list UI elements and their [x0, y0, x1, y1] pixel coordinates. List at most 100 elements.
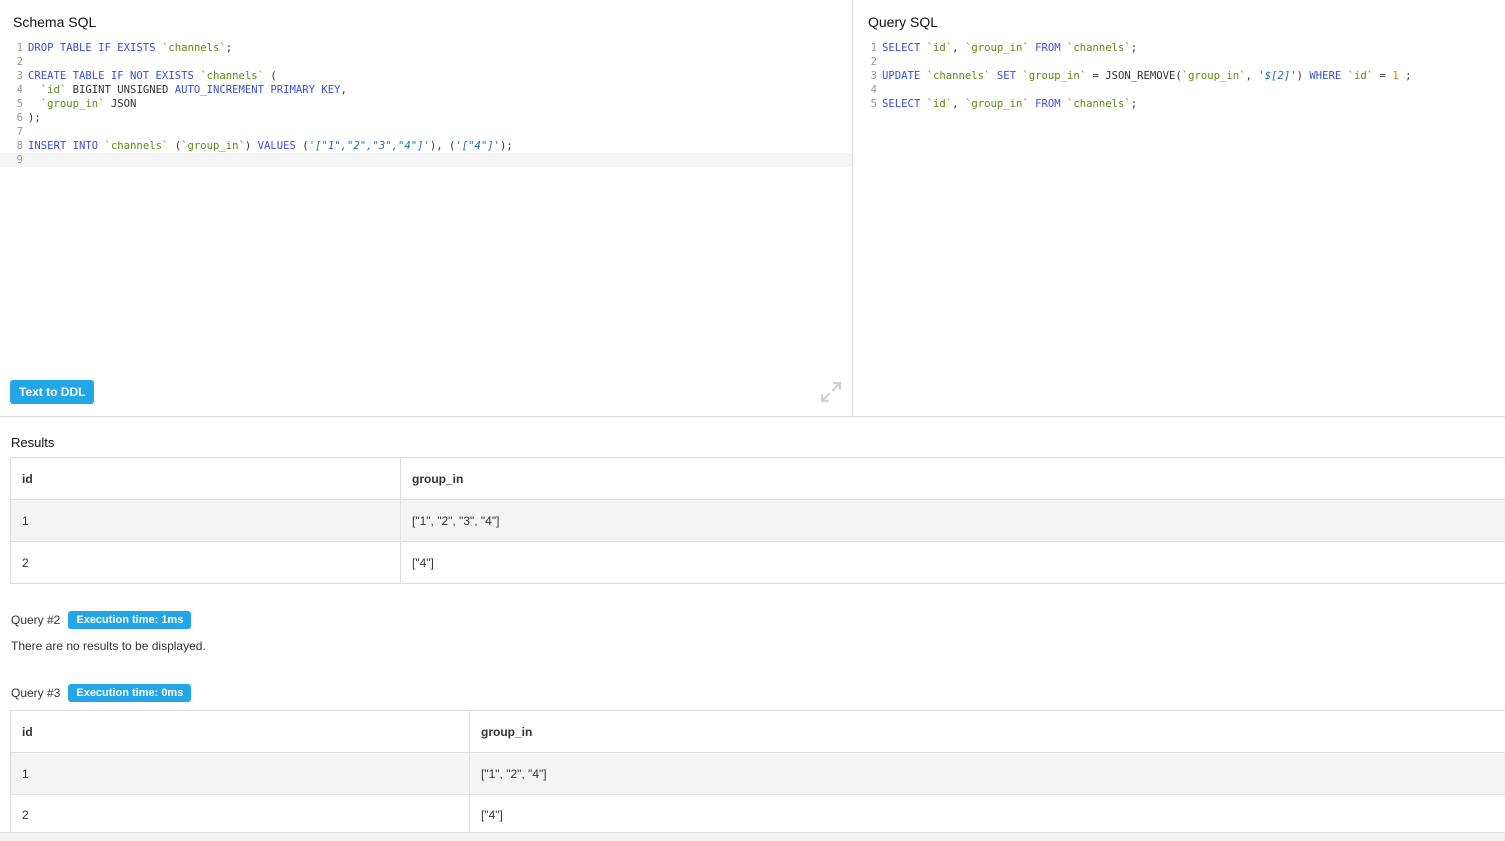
code-token: `id` — [40, 84, 67, 96]
cell-group-in: ["1", "2", "4"] — [469, 752, 1505, 795]
code-line[interactable]: 2 — [0, 55, 852, 69]
code-token: JSON — [104, 98, 137, 110]
code-token: SELECT — [882, 98, 927, 110]
code-token: , — [952, 98, 965, 110]
query-3-header: Query #3 Execution time: 0ms — [11, 684, 192, 702]
code-token: `id` — [926, 42, 953, 54]
code-token: `channels` — [1067, 98, 1131, 110]
schema-sql-pane: Schema SQL 1 DROP TABLE IF EXISTS `channe… — [0, 0, 853, 416]
code-token: `group_in` — [40, 98, 105, 110]
code-token: `channels` — [161, 42, 226, 54]
code-token: '["4"]' — [455, 140, 501, 152]
table-row: 2 ["4"] — [10, 541, 1505, 584]
query-code-editor[interactable]: 1 SELECT `id`, `group_in` FROM `channels`… — [854, 41, 1505, 111]
code-token: ( — [168, 140, 182, 152]
code-token: `group_in` — [181, 140, 245, 152]
code-line[interactable]: 7 — [0, 125, 852, 139]
cell-group-in: ["4"] — [469, 794, 1505, 835]
code-line[interactable]: 3 CREATE TABLE IF NOT EXISTS `channels` ( — [0, 69, 852, 83]
schema-sql-title: Schema SQL — [13, 14, 97, 30]
cell-id: 2 — [10, 794, 470, 835]
code-token: = — [1373, 70, 1393, 82]
query-2-label: Query #2 — [11, 613, 61, 627]
results-divider — [0, 416, 1505, 417]
results-table-query-3: id group_in 1 ["1", "2", "4"] 2 ["4"] — [10, 710, 1505, 835]
code-token: ( — [295, 140, 309, 152]
code-token: '$[2]' — [1258, 70, 1297, 82]
column-header-group-in: group_in — [400, 457, 1505, 500]
code-token: ), ( — [429, 140, 456, 152]
line-number: 1 — [870, 42, 877, 54]
code-token: ); — [28, 112, 41, 124]
code-line[interactable]: 3 UPDATE `channels` SET `group_in` = JSON… — [854, 69, 1505, 83]
table-row: 1 ["1", "2", "3", "4"] — [10, 499, 1505, 542]
column-header-id: id — [10, 457, 401, 500]
code-token: FROM — [1028, 98, 1067, 110]
code-token: ; — [1130, 42, 1138, 54]
cell-id: 1 — [10, 499, 401, 542]
line-number: 8 — [16, 140, 23, 152]
execution-time-badge: Execution time: 0ms — [68, 684, 192, 702]
table-row: 1 ["1", "2", "4"] — [10, 752, 1505, 795]
code-line[interactable]: 4 — [854, 83, 1505, 97]
line-number: 5 — [16, 98, 23, 110]
code-line[interactable]: 5 SELECT `id`, `group_in` FROM `channels`… — [854, 97, 1505, 111]
code-token: UPDATE — [882, 70, 927, 82]
code-token: , — [340, 84, 347, 96]
code-token: `channels` — [200, 70, 264, 82]
line-number: 3 — [16, 70, 23, 82]
code-line[interactable]: 1 DROP TABLE IF EXISTS `channels`; — [0, 41, 852, 55]
cell-group-in: ["4"] — [400, 541, 1505, 584]
column-header-group-in: group_in — [469, 710, 1505, 753]
code-token: `channels` — [104, 140, 169, 152]
line-number: 1 — [16, 42, 23, 54]
line-number: 9 — [16, 154, 23, 166]
code-line[interactable]: 4 `id` BIGINT UNSIGNED AUTO_INCREMENT PR… — [0, 83, 852, 97]
code-token: ; — [225, 42, 233, 54]
query-sql-title: Query SQL — [868, 14, 939, 30]
table-header-row: id group_in — [10, 710, 1505, 753]
code-token: , — [1245, 70, 1259, 82]
text-to-ddl-button[interactable]: Text to DDL — [10, 380, 95, 404]
code-token: `group_in` — [1022, 70, 1087, 82]
code-token: ; — [1130, 98, 1138, 110]
code-token: WHERE — [1309, 70, 1348, 82]
schema-code-editor[interactable]: 1 DROP TABLE IF EXISTS `channels`; 2 3 CREAT… — [0, 41, 852, 167]
code-token: INSERT INTO — [28, 140, 105, 152]
execution-time-badge: Execution time: 1ms — [68, 611, 192, 629]
expand-icon[interactable] — [820, 381, 842, 403]
cell-id: 1 — [10, 752, 470, 795]
code-token: CREATE TABLE IF NOT EXISTS — [28, 70, 201, 82]
code-token: SET — [990, 70, 1023, 82]
code-token: `id` — [926, 98, 953, 110]
code-token: ; — [1398, 70, 1412, 82]
table-row: 2 ["4"] — [10, 794, 1505, 835]
code-line[interactable]: 8 INSERT INTO `channels` (`group_in`) VAL… — [0, 139, 852, 153]
code-line[interactable]: 1 SELECT `id`, `group_in` FROM `channels`… — [854, 41, 1505, 55]
code-token: DROP TABLE IF EXISTS — [28, 42, 162, 54]
code-token: AUTO_INCREMENT PRIMARY KEY — [174, 84, 341, 96]
code-token: ) — [1296, 70, 1310, 82]
horizontal-scrollbar[interactable] — [0, 832, 1505, 841]
line-number: 2 — [870, 56, 877, 68]
cell-id: 2 — [10, 541, 401, 584]
code-line[interactable]: 2 — [854, 55, 1505, 69]
code-line[interactable]: 5 `group_in` JSON — [0, 97, 852, 111]
line-number: 6 — [16, 112, 23, 124]
code-line[interactable]: 6); — [0, 111, 852, 125]
code-token: `id` — [1347, 70, 1374, 82]
line-number: 7 — [16, 126, 23, 138]
code-line[interactable]: 9 — [0, 153, 852, 167]
line-number: 4 — [870, 84, 877, 96]
no-results-message: There are no results to be displayed. — [11, 639, 206, 653]
code-token: `channels` — [1067, 42, 1131, 54]
query-3-label: Query #3 — [11, 686, 61, 700]
cell-group-in: ["1", "2", "3", "4"] — [400, 499, 1505, 542]
code-token: ) — [244, 140, 258, 152]
code-token: SELECT — [882, 42, 927, 54]
code-token: ); — [500, 140, 513, 152]
results-table-query-1: id group_in 1 ["1", "2", "3", "4"] 2 ["4… — [10, 457, 1505, 584]
query-sql-pane: Query SQL 1 SELECT `id`, `group_in` FROM … — [854, 0, 1505, 416]
code-token: `group_in` — [964, 42, 1029, 54]
